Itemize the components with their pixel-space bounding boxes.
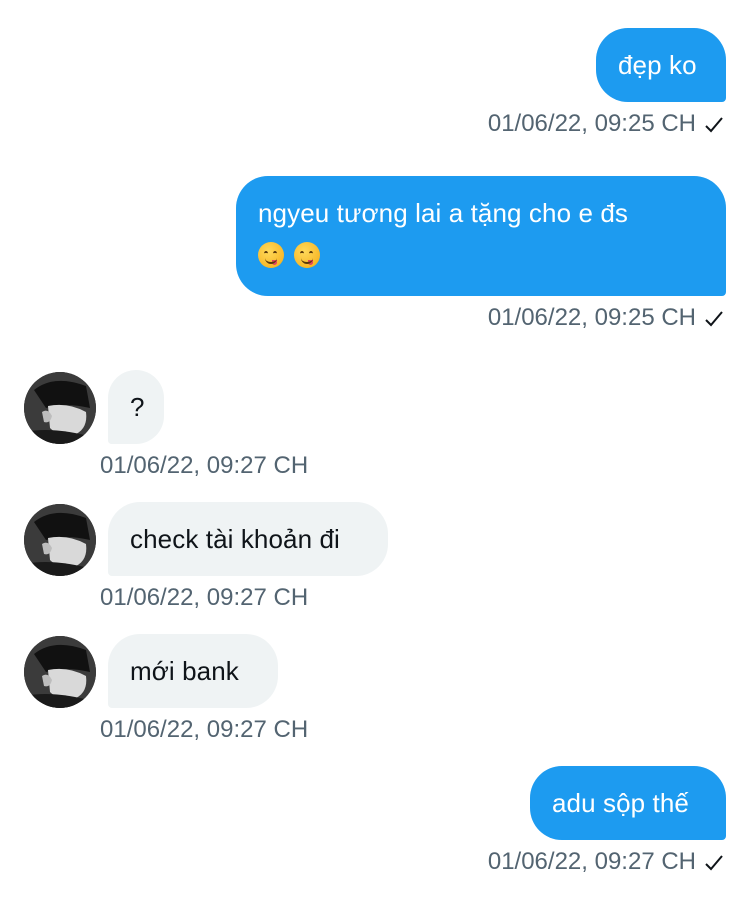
message-meta: 01/06/22, 09:25 CH (487, 304, 723, 332)
check-icon (704, 309, 723, 327)
message-bubble-outgoing[interactable]: đẹp ko (596, 28, 726, 102)
contact-avatar[interactable] (24, 504, 96, 576)
message-text: check tài khoản đi (130, 524, 340, 554)
message-text: đẹp ko (618, 50, 697, 80)
message-bubble-outgoing[interactable]: adu sộp thế (530, 766, 726, 840)
message-bubble-incoming[interactable]: mới bank (108, 634, 278, 708)
message-timestamp: 01/06/22, 09:25 CH (487, 304, 696, 331)
message-text: ? (130, 392, 145, 422)
emoji-row (258, 234, 726, 268)
message-text: mới bank (130, 656, 239, 686)
message-text: adu sộp thế (552, 788, 689, 818)
message-timestamp: 01/06/22, 09:25 CH (487, 110, 696, 137)
message-meta: 01/06/22, 09:25 CH (487, 110, 723, 138)
message-timestamp: 01/06/22, 09:27 CH (487, 848, 696, 875)
message-bubble-incoming[interactable]: check tài khoản đi (108, 502, 388, 576)
message-meta: 01/06/22, 09:27 CH (100, 584, 308, 612)
message-bubble-incoming[interactable]: ? (108, 370, 164, 444)
message-bubble-outgoing[interactable]: ngyeu tương lai a tặng cho e đs (236, 176, 726, 296)
message-timestamp: 01/06/22, 09:27 CH (100, 716, 309, 743)
contact-avatar[interactable] (24, 372, 96, 444)
message-meta: 01/06/22, 09:27 CH (100, 716, 308, 744)
message-text: ngyeu tương lai a tặng cho e đs (258, 198, 629, 228)
message-meta: 01/06/22, 09:27 CH (487, 848, 723, 876)
message-timestamp: 01/06/22, 09:27 CH (100, 452, 309, 479)
message-meta: 01/06/22, 09:27 CH (100, 452, 308, 480)
face-savoring-food-emoji (294, 242, 320, 268)
check-icon (704, 853, 723, 871)
check-icon (704, 115, 723, 133)
message-thread: đẹp ko 01/06/22, 09:25 CH ngyeu tương la… (0, 0, 750, 899)
contact-avatar[interactable] (24, 636, 96, 708)
message-timestamp: 01/06/22, 09:27 CH (100, 584, 309, 611)
face-savoring-food-emoji (258, 242, 284, 268)
